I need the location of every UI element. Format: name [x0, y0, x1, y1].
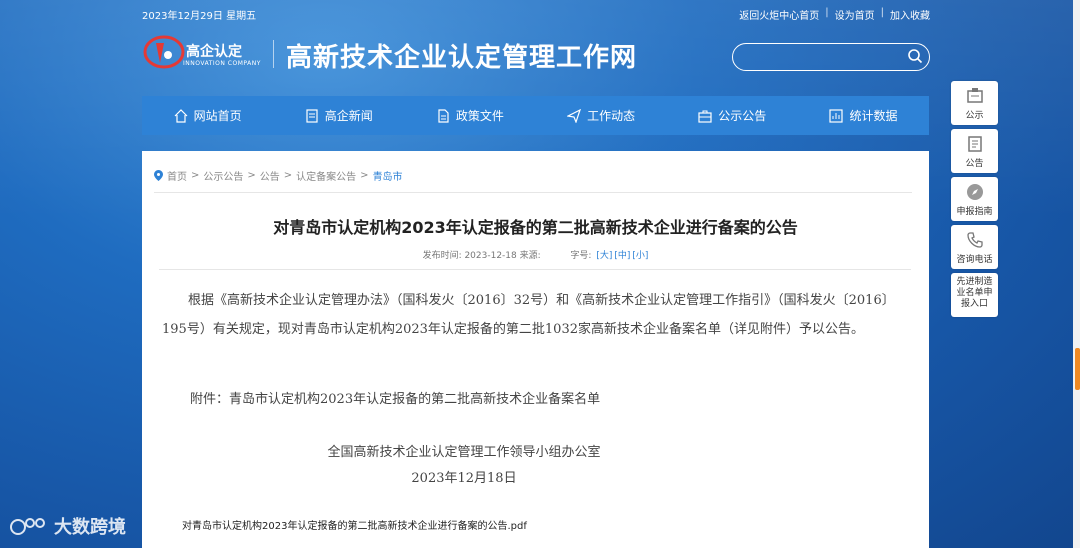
side-label-line: 业名单申 — [956, 288, 993, 298]
breadcrumb-qingdao[interactable]: 青岛市 — [373, 168, 403, 183]
current-date: 2023年12月29日 星期五 — [142, 11, 257, 22]
nav-item-news[interactable]: 高企新闻 — [273, 96, 404, 135]
nav-item-statistics[interactable]: 统计数据 — [798, 96, 929, 135]
font-size-medium[interactable]: [中] — [614, 251, 630, 261]
breadcrumb-filing-notice[interactable]: 认定备案公告 — [296, 168, 356, 183]
side-label: 申报指南 — [956, 207, 993, 217]
link-set-homepage[interactable]: 设为首页 — [835, 7, 875, 22]
nav-item-home[interactable]: 网站首页 — [142, 96, 273, 135]
side-button-advanced-manufacturing[interactable]: 先进制造 业名单申 报入口 — [951, 273, 998, 317]
article-body: 根据《高新技术企业认定管理办法》（国科发火〔2016〕32号）和《高新技术企业认… — [162, 286, 912, 344]
nav-item-policy[interactable]: 政策文件 — [404, 96, 535, 135]
nav-label: 工作动态 — [587, 109, 636, 123]
separator: | — [825, 7, 829, 18]
scrollbar-thumb[interactable] — [1075, 348, 1080, 390]
send-icon — [567, 108, 582, 123]
article-title: 对青岛市认定机构2023年认定报备的第二批高新技术企业进行备案的公告 — [273, 218, 798, 237]
announcement-icon — [967, 136, 982, 152]
logo-subtext: INNOVATION COMPANY — [183, 60, 261, 67]
news-icon — [306, 108, 318, 123]
body-paragraph: 根据《高新技术企业认定管理办法》（国科发火〔2016〕32号）和《高新技术企业认… — [162, 293, 895, 337]
divider — [154, 192, 912, 193]
side-button-guide[interactable]: 申报指南 — [951, 177, 998, 221]
breadcrumb-home[interactable]: 首页 — [167, 168, 187, 183]
location-pin-icon — [154, 170, 163, 181]
search-icon[interactable] — [907, 48, 923, 64]
side-button-publicity[interactable]: 公示 — [951, 81, 998, 125]
watermark-logo-icon — [10, 518, 45, 535]
side-label: 公示 — [965, 111, 984, 121]
breadcrumb-notice[interactable]: 公告 — [260, 168, 280, 183]
nav-label: 统计数据 — [849, 109, 898, 123]
header-divider — [273, 40, 274, 68]
divider — [159, 269, 911, 270]
link-add-favorite[interactable]: 加入收藏 — [890, 7, 930, 22]
document-icon — [438, 108, 449, 123]
nav-item-announcements[interactable]: 公示公告 — [667, 96, 798, 135]
nav-label: 公示公告 — [718, 109, 767, 123]
link-torch-home[interactable]: 返回火炬中心首页 — [739, 7, 819, 22]
side-label-line: 报入口 — [960, 299, 988, 309]
home-icon — [174, 108, 188, 123]
briefcase-icon — [698, 110, 712, 123]
nav-label: 高企新闻 — [324, 109, 373, 123]
top-bar: 2023年12月29日 星期五 返回火炬中心首页 | 设为首页 | 加入收藏 — [142, 7, 930, 23]
article-meta: 发布时间: 2023-12-18 来源: 字号: [大] [中] [小] — [142, 248, 929, 261]
side-label-line: 先进制造 — [956, 277, 993, 287]
side-button-announcement[interactable]: 公告 — [951, 129, 998, 173]
search-box — [732, 43, 930, 71]
side-label: 公告 — [965, 159, 984, 169]
nav-label: 政策文件 — [455, 109, 504, 123]
breadcrumb-public-notice[interactable]: 公示公告 — [203, 168, 243, 183]
top-links: 返回火炬中心首页 | 设为首页 | 加入收藏 — [739, 7, 930, 22]
publish-date: 发布时间: 2023-12-18 来源: — [422, 251, 541, 261]
nav-label: 网站首页 — [193, 109, 242, 123]
search-input[interactable] — [743, 46, 907, 70]
compass-icon — [966, 184, 983, 200]
font-size-small[interactable]: [小] — [632, 251, 648, 261]
notice-icon — [966, 88, 983, 103]
attachment-text: 附件：青岛市认定机构2023年认定报备的第二批高新技术企业备案名单 — [190, 392, 601, 407]
font-size-label: 字号: — [570, 251, 592, 261]
pdf-attachment-link[interactable]: 对青岛市认定机构2023年认定报备的第二批高新技术企业进行备案的公告.pdf — [182, 517, 527, 532]
breadcrumb: 首页 > 公示公告 > 公告 > 认定备案公告 > 青岛市 — [154, 168, 403, 183]
site-title: 高新技术企业认定管理工作网 — [286, 43, 638, 73]
phone-icon — [966, 232, 983, 248]
sign-date: 2023年12月18日 — [411, 471, 517, 486]
nav-item-work-updates[interactable]: 工作动态 — [536, 96, 667, 135]
logo-text: 高企认定 — [186, 44, 242, 60]
chart-icon — [829, 108, 844, 123]
article-panel: 首页 > 公示公告 > 公告 > 认定备案公告 > 青岛市 对青岛市认定机构2023年认… — [142, 151, 929, 548]
signature: 全国高新技术企业认定管理工作领导小组办公室 — [327, 445, 601, 460]
page-scrollbar[interactable] — [1073, 0, 1080, 548]
watermark: 大数跨境 — [8, 513, 126, 539]
separator: | — [880, 7, 884, 18]
main-nav: 网站首页 高企新闻 政策文件 工作动态 公示公告 统计数据 — [142, 96, 929, 135]
side-button-consult-phone[interactable]: 咨询电话 — [951, 225, 998, 269]
font-size-large[interactable]: [大] — [596, 251, 612, 261]
side-label: 咨询电话 — [956, 255, 993, 265]
watermark-text: 大数跨境 — [54, 517, 126, 538]
